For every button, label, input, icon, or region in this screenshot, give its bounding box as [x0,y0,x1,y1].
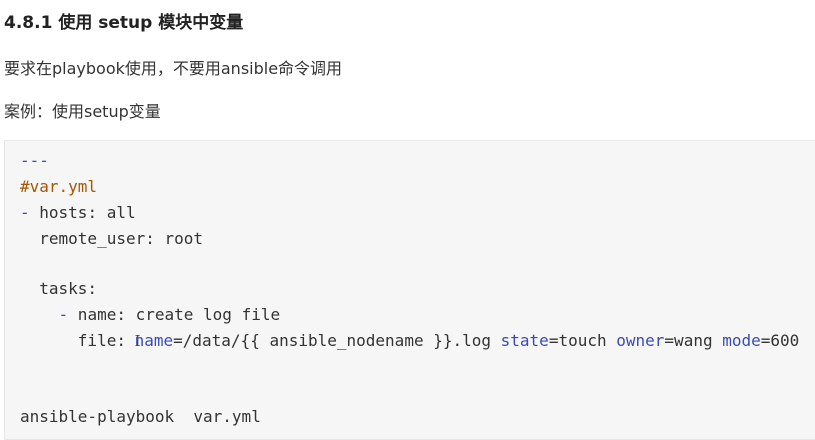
tasks-text: tasks: [20,279,98,298]
attr-state-key: state [500,331,549,350]
code-line-2: #var.yml [20,177,97,197]
code-line-7: - name: create log file [20,305,281,325]
attr-mode-key: mode [722,331,761,350]
attr-owner-value: =wang [664,331,723,350]
code-line-11: ansible-playbook var.yml [20,407,261,427]
list-dash: - [20,203,30,222]
requirement-text: 要求在playbook使用，不要用ansible命令调用 [4,59,343,78]
code-line-4: remote_user: root [20,229,203,249]
code-line-3: - hosts: all [20,203,136,223]
attr-mode-value: =600 [760,331,800,350]
remote-user-text: remote_user: root [20,229,204,248]
hosts-text: hosts: all [29,203,136,222]
code-comment: #var.yml [20,177,98,196]
code-block[interactable]: --- #var.yml - hosts: all remote_user: r… [4,140,815,440]
attr-name-value: =/data/{{ ansible_nodename }}.log [173,331,501,350]
list-dash: - [58,305,69,324]
attr-name-key: name [134,331,174,350]
task-name-text: name: create log file [68,305,281,324]
code-line-8: file: Iname=/data/{{ ansible_nodename }}… [20,331,800,350]
example-label: 案例：使用setup变量 [4,102,161,121]
file-module-text: file: [20,331,136,350]
code-line-6: tasks: [20,279,97,299]
yaml-doc-start: --- [20,151,49,170]
command-text: ansible-playbook var.yml [20,407,261,426]
section-heading: 4.8.1 使用 setup 模块中变量 [4,13,244,33]
attr-owner-key: owner [616,331,665,350]
attr-state-value: =touch [548,331,617,350]
code-line-1: --- [20,151,49,171]
